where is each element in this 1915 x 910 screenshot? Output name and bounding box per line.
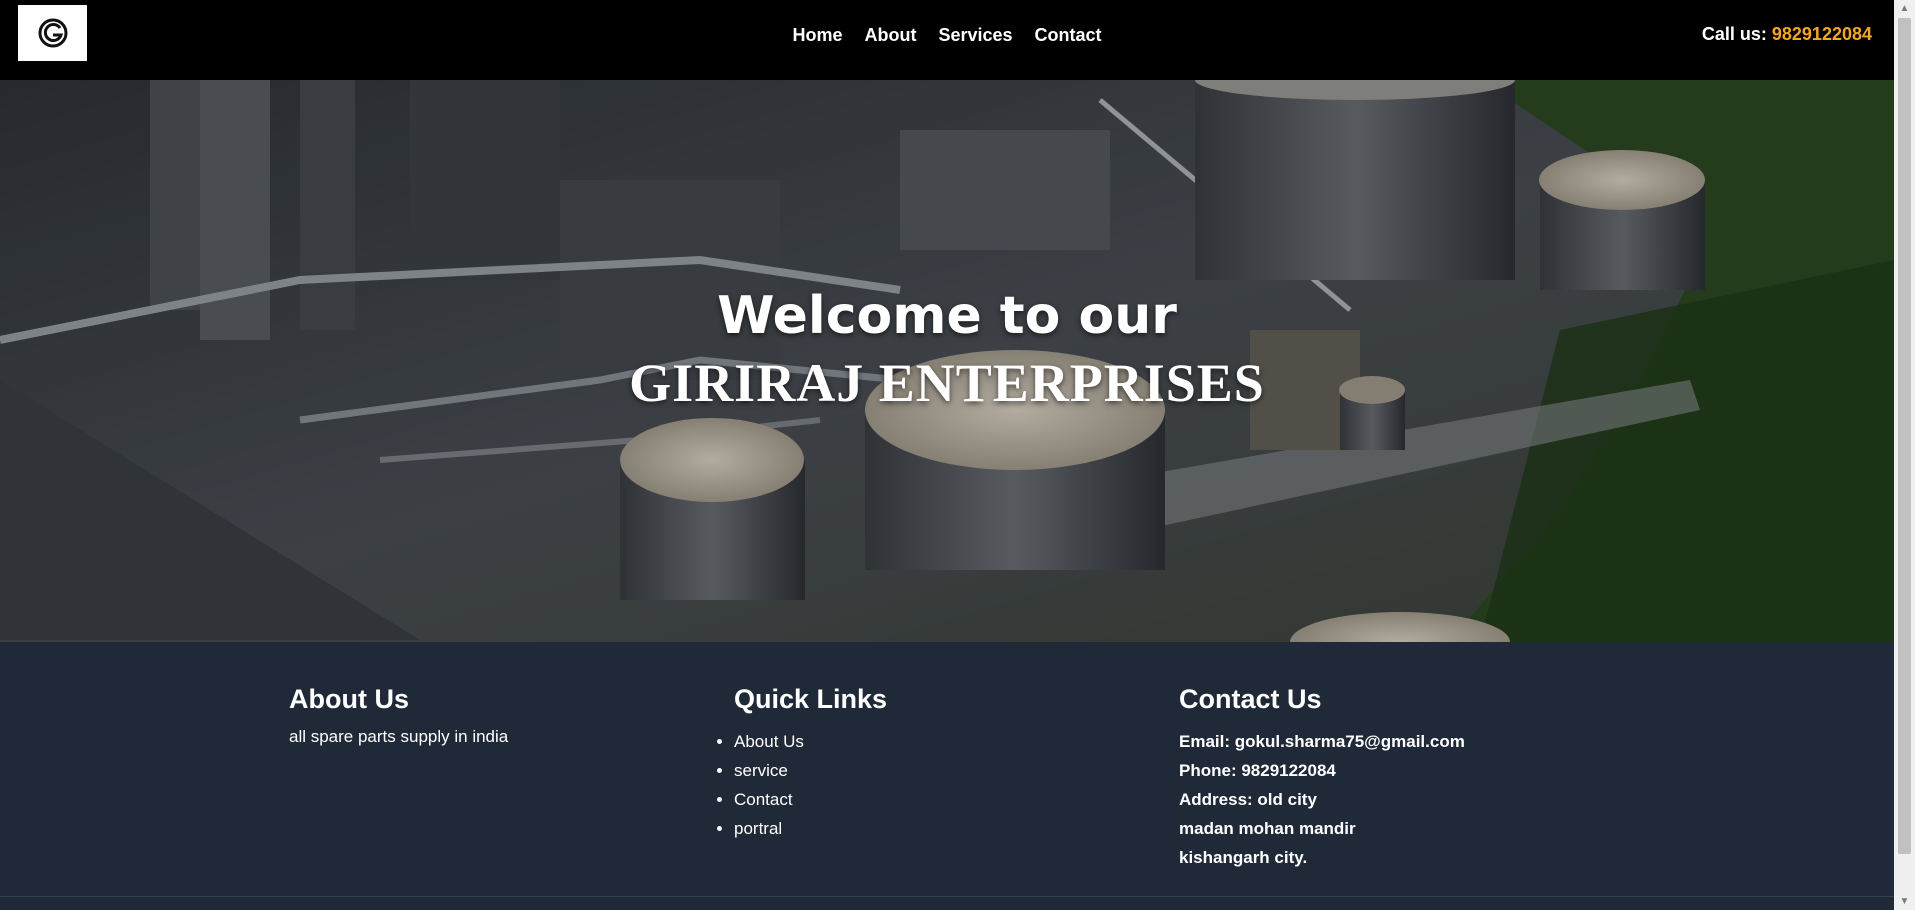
footer-link-contact[interactable]: Contact	[734, 785, 887, 814]
footer-contact-lines: Email: gokul.sharma75@gmail.com Phone: 9…	[1179, 727, 1465, 872]
scrollbar-thumb[interactable]	[1898, 18, 1911, 854]
footer-link-about[interactable]: About Us	[734, 727, 887, 756]
nav-home[interactable]: Home	[792, 25, 842, 46]
footer-about-heading: About Us	[289, 684, 409, 714]
contact-address-line-1: Address: old city	[1179, 790, 1317, 809]
nav-about[interactable]: About	[864, 25, 916, 46]
page: Home About Services Contact Call us: 982…	[0, 0, 1894, 910]
call-us: Call us: 9829122084	[1702, 24, 1872, 45]
contact-phone: Phone: 9829122084	[1179, 761, 1336, 780]
site-header: Home About Services Contact Call us: 982…	[0, 0, 1894, 80]
scroll-down-arrow-icon[interactable]: ▼	[1894, 893, 1915, 910]
vertical-scrollbar[interactable]: ▲ ▼	[1894, 0, 1915, 910]
footer-divider	[0, 896, 1894, 897]
hero-welcome: Welcome to our	[717, 286, 1177, 346]
contact-address-line-2: madan mohan mandir	[1179, 819, 1356, 838]
footer-quick-links: Quick Links About Us service Contact por…	[734, 684, 887, 843]
contact-address-line-3: kishangarh city.	[1179, 848, 1308, 867]
scroll-up-arrow-icon[interactable]: ▲	[1894, 0, 1915, 17]
contact-email: Email: gokul.sharma75@gmail.com	[1179, 732, 1465, 751]
footer-link-service[interactable]: service	[734, 756, 887, 785]
nav-services[interactable]: Services	[938, 25, 1012, 46]
footer-contact: Contact Us Email: gokul.sharma75@gmail.c…	[1179, 684, 1465, 872]
call-label: Call us:	[1701, 24, 1767, 44]
footer-links-list: About Us service Contact portral	[712, 727, 887, 843]
footer-contact-heading: Contact Us	[1179, 684, 1322, 714]
footer-link-portral[interactable]: portral	[734, 814, 887, 843]
call-number[interactable]: 9829122084	[1772, 24, 1872, 44]
footer-links-heading: Quick Links	[734, 684, 888, 714]
nav-contact[interactable]: Contact	[1035, 25, 1102, 46]
footer-about-text: all spare parts supply in india	[289, 727, 509, 746]
main-nav: Home About Services Contact	[0, 0, 1894, 70]
hero-text: Welcome to our GIRIRAJ ENTERPRISES	[0, 285, 1894, 419]
hero-banner: Welcome to our GIRIRAJ ENTERPRISES	[0, 80, 1894, 642]
footer-about: About Us all spare parts supply in india	[289, 684, 508, 747]
hero-brand: GIRIRAJ ENTERPRISES	[629, 353, 1265, 413]
site-footer: About Us all spare parts supply in india…	[0, 642, 1894, 910]
